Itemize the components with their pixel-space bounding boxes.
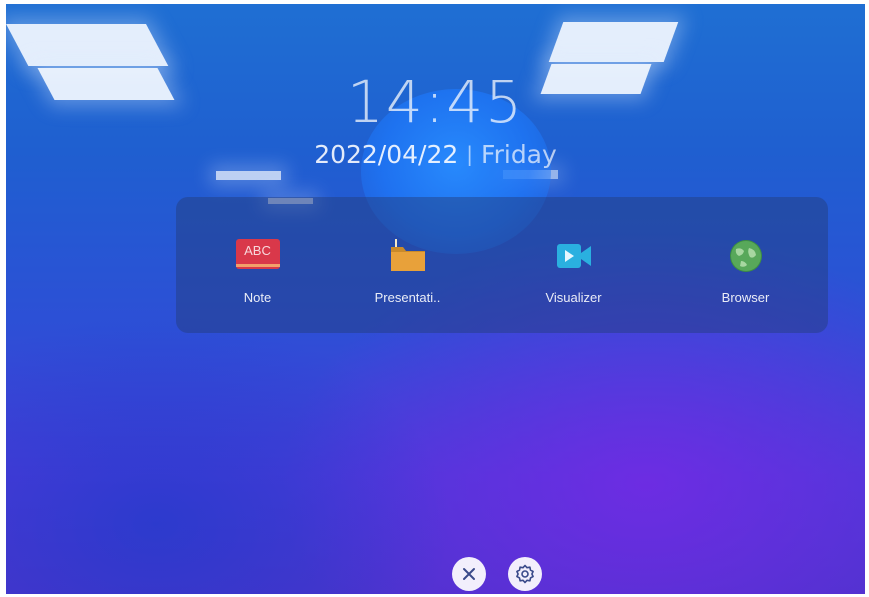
ceiling-light-reflection xyxy=(6,24,169,66)
close-icon xyxy=(463,568,475,580)
note-abc-icon: ABC xyxy=(235,239,280,269)
globe-icon xyxy=(729,240,762,272)
ceiling-light-reflection xyxy=(548,22,679,62)
settings-button[interactable] xyxy=(508,557,542,591)
video-camera-icon xyxy=(556,244,591,268)
clock-time: 14:45 xyxy=(346,68,525,136)
launcher-screen: 14:45 2022/04/22 | Friday ABC Note Present… xyxy=(6,4,865,594)
date-text: 2022/04/22 xyxy=(314,140,459,169)
settings-gear-icon xyxy=(516,564,534,584)
date-line: 2022/04/22 | Friday xyxy=(6,140,865,169)
folder-icon xyxy=(390,239,425,271)
weekday-text: Friday xyxy=(481,140,557,169)
note-icon-text: ABC xyxy=(244,243,271,258)
app-browser[interactable]: Browser xyxy=(664,197,827,333)
ceiling-light-reflection xyxy=(216,171,281,180)
app-note[interactable]: ABC Note xyxy=(176,197,339,333)
app-label: Note xyxy=(243,290,272,305)
app-label: Browser xyxy=(721,290,770,305)
app-dock: ABC Note Presentati.. Visualizer Browser xyxy=(176,197,828,333)
app-label: Presentati.. xyxy=(374,290,441,305)
app-presentation[interactable]: Presentati.. xyxy=(326,197,489,333)
app-label: Visualizer xyxy=(545,290,602,305)
date-separator: | xyxy=(466,142,474,166)
close-button[interactable] xyxy=(452,557,486,591)
app-visualizer[interactable]: Visualizer xyxy=(492,197,655,333)
